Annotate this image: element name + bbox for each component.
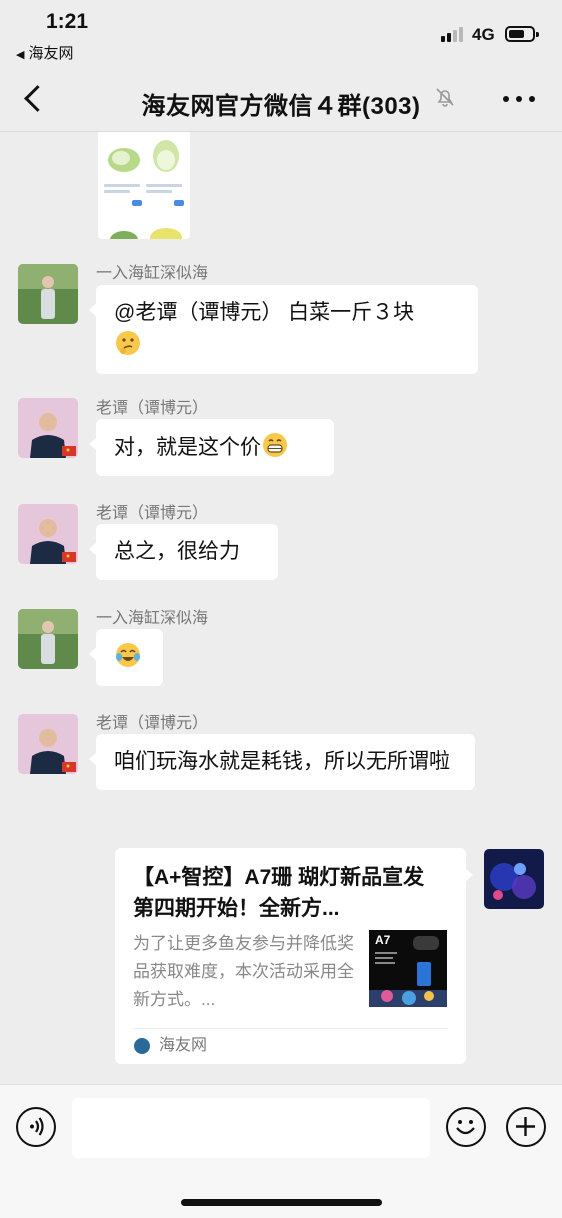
link-card[interactable]: 【A+智控】A7珊 瑚灯新品宣发第四期开始！全新方... 为了让更多鱼友参与并降… [115, 848, 473, 1064]
link-card-thumbnail: A7 [369, 930, 447, 1007]
sender-name: 一入海缸深似海 [96, 265, 209, 282]
avatar[interactable] [18, 609, 78, 669]
emoji-button[interactable] [446, 1107, 486, 1147]
back-app-label: 海友网 [28, 45, 74, 62]
avatar[interactable] [18, 504, 78, 564]
message-bubble[interactable]: 对，就是这个价 [89, 419, 334, 476]
plus-button[interactable] [506, 1107, 546, 1147]
input-bar [0, 1084, 562, 1218]
avatar[interactable] [18, 714, 78, 774]
divider [133, 1028, 448, 1029]
back-to-app-link[interactable]: ◀ 海友网 [16, 42, 73, 63]
own-avatar[interactable] [484, 849, 544, 909]
image-message[interactable] [98, 132, 190, 239]
link-card-source: 海友网 [159, 1037, 208, 1054]
tears-of-joy-icon [116, 643, 140, 667]
thumb-label: A7 [375, 933, 391, 947]
source-logo-icon [134, 1038, 150, 1054]
voice-icon [30, 1117, 44, 1136]
message-input[interactable] [72, 1098, 430, 1158]
back-triangle-icon: ◀ [16, 49, 25, 61]
message-bubble[interactable]: 总之，很给力 [89, 524, 278, 580]
cabbage-image [153, 140, 179, 172]
message-text: 咱们玩海水就是耗钱，所以无所谓啦 [114, 750, 450, 773]
status-time: 1:21 [46, 10, 89, 33]
message-text: 对，就是这个价 [114, 436, 261, 459]
more-button[interactable] [503, 96, 537, 104]
sender-name: 老谭（谭博元） [96, 505, 209, 522]
sender-name: 老谭（谭博元） [96, 715, 209, 732]
link-card-description: 为了让更多鱼友参与并降低奖品获取难度，本次活动采用全新方式。... [133, 934, 354, 1009]
vegetable-image [110, 231, 138, 239]
chat-header: 海友网官方微信４群(303) [0, 66, 562, 132]
plus-icon [516, 1117, 535, 1136]
message-text: 总之，很给力 [114, 540, 240, 563]
network-label: 4G [472, 25, 495, 44]
cabbage-image [108, 148, 140, 172]
emoji-icon [456, 1120, 475, 1135]
voice-button[interactable] [16, 1107, 56, 1147]
status-bar: 1:21 ◀ 海友网 4G [0, 0, 562, 66]
message-bubble[interactable]: 咱们玩海水就是耗钱，所以无所谓啦 [89, 734, 475, 790]
vegetable-image [150, 228, 182, 239]
avatar[interactable] [18, 398, 78, 458]
home-indicator[interactable] [181, 1199, 382, 1206]
message-text: @老谭（谭博元） 白菜一斤３块 [114, 301, 415, 324]
avatar[interactable] [18, 264, 78, 324]
sender-name: 一入海缸深似海 [96, 610, 209, 627]
sender-name: 老谭（谭博元） [96, 400, 209, 417]
signal-icon [441, 26, 465, 42]
bell-slash-icon [436, 88, 454, 107]
message-bubble[interactable]: @老谭（谭博元） 白菜一斤３块 [89, 285, 478, 374]
message-bubble[interactable] [89, 629, 163, 686]
thinking-face-icon [116, 331, 140, 355]
chat-title: 海友网官方微信４群(303) [141, 93, 421, 120]
battery-icon [505, 26, 539, 42]
link-card-title: 【A+智控】A7珊 瑚灯新品宣发第四期开始！全新方... [133, 866, 425, 920]
grinning-face-icon [263, 433, 287, 457]
